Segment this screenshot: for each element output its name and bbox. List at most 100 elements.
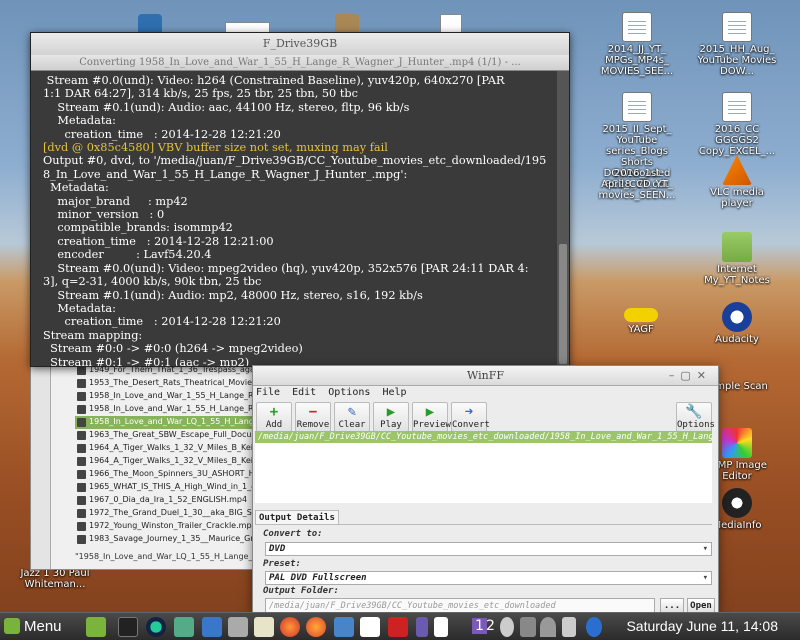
winff-toolbar: 🔧 Options + Add − Remove ✎ Clear ▶ Play ▶ Preview ➜…: [253, 402, 718, 434]
play-icon: ▶: [386, 404, 396, 420]
audacity-icon: [722, 302, 752, 332]
terminal-line: creation_time : 2014-12-28 12:21:20: [43, 315, 281, 329]
spreadsheet-icon: [722, 92, 752, 122]
gimp-icon: [722, 428, 752, 458]
yagf-icon: [624, 308, 658, 322]
desktop-icon-2016-cc[interactable]: 2016_CC GGGGS2 Copy_EXCEL_...: [696, 92, 778, 157]
play-button[interactable]: ▶ Play: [373, 402, 409, 432]
preview-button[interactable]: ▶ Preview: [412, 402, 451, 432]
desktop-icon-audacity[interactable]: Audacity: [696, 302, 778, 345]
terminal-line: 8_In_Love_and_War_1_55_H_Lange_R_Wagner_…: [43, 167, 408, 181]
add-button[interactable]: + Add: [256, 402, 292, 432]
writer-launcher-icon[interactable]: [360, 617, 380, 637]
info-icon[interactable]: [586, 617, 602, 637]
tab-output-details[interactable]: Output Details: [255, 510, 339, 525]
terminal-line: minor_version : 0: [43, 208, 165, 222]
desktop-icon-jazz[interactable]: Jazz 1 30 Paul Whiteman...: [20, 568, 90, 590]
document-icon: [722, 12, 752, 42]
taskbar: Menu 1 2 Saturday June 11, 14:08: [0, 612, 800, 640]
terminal-line: major_brand : mp42: [43, 194, 188, 208]
app-launcher-icon[interactable]: [228, 617, 248, 637]
convert-icon: ➜: [464, 404, 474, 420]
output-details-panel: Convert to: DVD Preset: PAL DVD Fullscre…: [255, 524, 715, 614]
menu-help[interactable]: Help: [382, 387, 406, 398]
terminal-line: compatible_brands: isommp42: [43, 221, 233, 235]
menu-label: Menu: [24, 618, 62, 635]
add-icon: +: [269, 404, 279, 420]
terminal-line: Output #0, dvd, to '/media/juan/F_Drive3…: [43, 154, 547, 168]
network-icon[interactable]: [520, 617, 536, 637]
terminal-line: creation_time : 2014-12-28 12:21:20: [43, 127, 281, 141]
terminal-title: F_Drive39GB: [31, 33, 569, 55]
desktop-icon-2015-aug[interactable]: 2015_HH_Aug_ YouTube Movies DOW...: [696, 12, 778, 77]
menu-file[interactable]: File: [256, 387, 280, 398]
desktop-icon-yagf[interactable]: YAGF: [600, 308, 682, 335]
folder-icon: [722, 232, 752, 262]
winff-menubar: File Edit Options Help: [253, 386, 718, 402]
maximize-icon[interactable]: ▢: [680, 369, 696, 382]
clear-button[interactable]: ✎ Clear: [334, 402, 370, 432]
document-icon: [622, 92, 652, 122]
app-launcher-icon[interactable]: [202, 617, 222, 637]
winff-title: WinFF: [467, 369, 504, 382]
terminal-line: 1:1 DAR 64:27], 314 kb/s, 25 fps, 25 tbr…: [43, 87, 358, 101]
user-icon[interactable]: [500, 617, 514, 637]
editor-launcher-icon[interactable]: [254, 617, 274, 637]
terminal-launcher-icon[interactable]: [118, 617, 138, 637]
options-button[interactable]: 🔧 Options: [676, 402, 715, 432]
desktop-icon-2014-mpgs[interactable]: 2014_JJ_YT_ MPGs_MP4s_ MOVIES_SEE...: [596, 12, 678, 77]
filezilla-launcher-icon[interactable]: [388, 617, 408, 637]
workspace-1[interactable]: 1: [472, 618, 487, 634]
show-desktop-icon[interactable]: [86, 617, 106, 637]
terminal-output[interactable]: Stream #0.0(und): Video: h264 (Constrain…: [31, 71, 557, 366]
winff-window[interactable]: WinFF –▢✕ File Edit Options Help 🔧 Option…: [252, 365, 719, 615]
terminal-line: Metadata:: [43, 301, 116, 315]
terminal-line: Metadata:: [43, 181, 109, 195]
vlc-icon: [722, 155, 752, 185]
terminal-line: Stream #0:0 -> #0:0 (h264 -> mpeg2video): [43, 342, 303, 356]
workspace-2[interactable]: 2: [486, 618, 495, 634]
clock[interactable]: Saturday June 11, 14:08: [626, 618, 778, 634]
file-list-entry[interactable]: /media/juan/F_Drive39GB/CC_Youtube_movie…: [255, 431, 712, 443]
app-launcher-icon[interactable]: [434, 617, 448, 637]
preview-icon: ▶: [425, 404, 435, 420]
terminal-window[interactable]: F_Drive39GB Converting 1958_In_Love_and_…: [30, 32, 570, 367]
terminal-line: 3], q=2-31, 4000 kb/s, 90k tbn, 25 tbc: [43, 275, 262, 289]
desktop-icon-my-yt-notes[interactable]: Internet My_YT_Notes: [696, 232, 778, 286]
terminal-scrollbar[interactable]: [557, 71, 569, 366]
terminal-line: Stream #0.0(und): Video: h264 (Constrain…: [43, 74, 505, 87]
scrollbar-thumb[interactable]: [559, 244, 567, 364]
wrench-icon: 🔧: [685, 404, 703, 420]
file-list-area[interactable]: [255, 443, 712, 503]
terminal-line: [dvd @ 0x85c4580] VBV buffer size not se…: [43, 141, 388, 155]
app-launcher-icon[interactable]: [416, 617, 428, 637]
terminal-line: creation_time : 2014-12-28 12:21:00: [43, 234, 274, 248]
preset-label: Preset:: [263, 559, 301, 569]
terminal-line: Stream #0.0(und): Video: mpeg2video (hq)…: [43, 261, 529, 275]
convert-button[interactable]: ➜ Convert: [451, 402, 490, 432]
clear-icon: ✎: [347, 404, 357, 420]
app-launcher-icon[interactable]: [334, 617, 354, 637]
terminal-line: Metadata:: [43, 114, 116, 128]
desktop-icon-vlc[interactable]: VLC media player: [696, 155, 778, 209]
preset-select[interactable]: PAL DVD Fullscreen: [265, 571, 712, 585]
remove-button[interactable]: − Remove: [295, 402, 331, 432]
browser-launcher-icon[interactable]: [146, 617, 166, 637]
minimize-icon[interactable]: –: [669, 369, 681, 382]
close-icon[interactable]: ✕: [697, 369, 712, 382]
wifi-icon[interactable]: [540, 617, 556, 637]
desktop-icon-2016-april[interactable]: 2016_1st April_CCD_YT_ movies_SEEN...: [596, 168, 678, 201]
app-launcher-icon[interactable]: [174, 617, 194, 637]
convert-to-select[interactable]: DVD: [265, 542, 712, 556]
menu-edit[interactable]: Edit: [292, 387, 316, 398]
volume-icon[interactable]: [562, 617, 576, 637]
terminal-line: Stream #0.1(und): Audio: aac, 44100 Hz, …: [43, 100, 410, 114]
remove-icon: −: [308, 404, 318, 420]
terminal-subtitle: Converting 1958_In_Love_and_War_1_55_H_L…: [31, 55, 569, 71]
firefox-launcher-icon[interactable]: [280, 617, 300, 637]
window-controls[interactable]: –▢✕: [669, 366, 712, 386]
menu-button[interactable]: Menu: [4, 618, 62, 635]
firefox-launcher-icon[interactable]: [306, 617, 326, 637]
menu-options[interactable]: Options: [328, 387, 370, 398]
convert-to-label: Convert to:: [263, 529, 323, 539]
